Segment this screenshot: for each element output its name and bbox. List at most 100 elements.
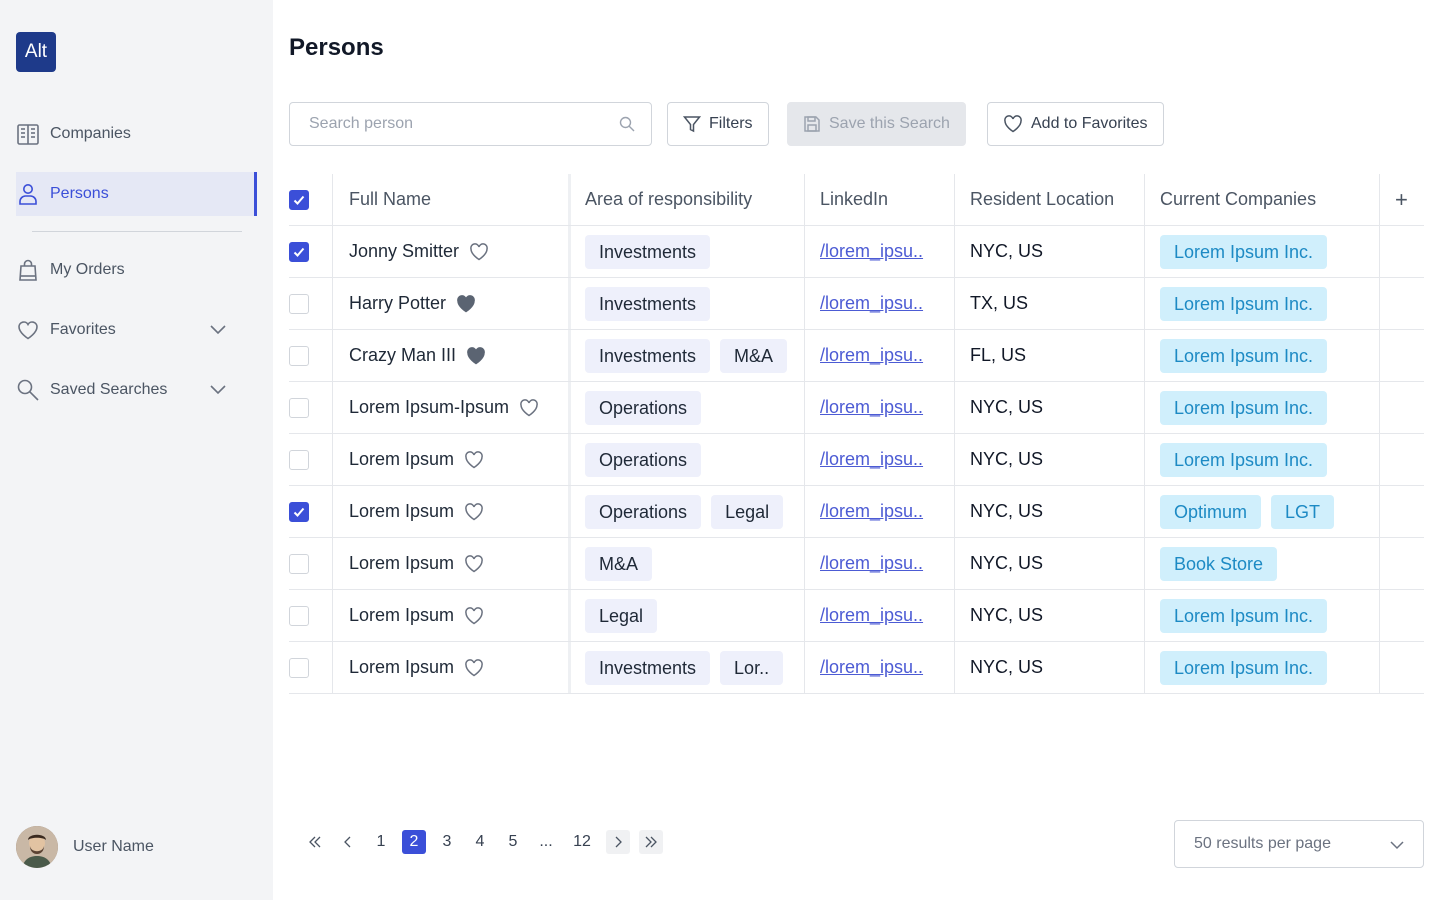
area-tag[interactable]: Investments <box>585 650 711 685</box>
company-tag[interactable]: Lorem Ipsum Inc. <box>1160 338 1328 373</box>
row-checkbox[interactable] <box>289 657 309 678</box>
area-tag[interactable]: M&A <box>720 338 788 373</box>
company-tag[interactable]: Lorem Ipsum Inc. <box>1160 286 1328 321</box>
row-checkbox[interactable] <box>289 605 309 626</box>
linkedin-link[interactable]: /lorem_ipsu.. <box>820 553 923 574</box>
company-tag[interactable]: Optimum <box>1160 494 1262 529</box>
company-tag[interactable]: Lorem Ipsum Inc. <box>1160 390 1328 425</box>
table-row[interactable]: Harry Potter Investments/lorem_ipsu.. TX, … <box>289 278 1424 330</box>
row-checkbox[interactable] <box>289 449 309 470</box>
column-header-linkedin[interactable]: LinkedIn <box>820 174 888 225</box>
table-row[interactable]: Lorem Ipsum Operations Legal/lorem_ipsu.. N… <box>289 486 1424 538</box>
linkedin-link[interactable]: /lorem_ipsu.. <box>820 657 923 678</box>
select-all-checkbox[interactable] <box>289 189 309 210</box>
row-checkbox[interactable] <box>289 293 309 314</box>
table-row[interactable]: Lorem Ipsum Operations/lorem_ipsu.. NYC, U… <box>289 434 1424 486</box>
area-tag[interactable]: M&A <box>585 546 653 581</box>
person-name[interactable]: Lorem Ipsum <box>349 605 454 626</box>
company-tag[interactable]: LGT <box>1271 494 1335 529</box>
heart-icon[interactable] <box>464 606 484 625</box>
area-tag[interactable]: Legal <box>585 598 658 633</box>
table-row[interactable]: Lorem Ipsum-Ipsum Operations/lorem_ipsu..… <box>289 382 1424 434</box>
prev-page-icon[interactable] <box>336 830 360 854</box>
row-checkbox[interactable] <box>289 345 309 366</box>
row-checkbox[interactable] <box>289 553 309 574</box>
last-page-icon[interactable] <box>639 830 663 854</box>
person-name[interactable]: Lorem Ipsum <box>349 553 454 574</box>
table-row[interactable]: Jonny Smitter Investments/lorem_ipsu.. NYC… <box>289 226 1424 278</box>
area-tag[interactable]: Operations <box>585 494 702 529</box>
person-name[interactable]: Lorem Ipsum <box>349 501 454 522</box>
sidebar-item-saved-searches[interactable]: Saved Searches <box>16 368 257 412</box>
heart-icon[interactable] <box>469 242 489 261</box>
person-name[interactable]: Jonny Smitter <box>349 241 459 262</box>
sidebar-item-my-orders[interactable]: My Orders <box>16 248 257 292</box>
heart-icon[interactable] <box>464 554 484 573</box>
results-per-page-select[interactable]: 50 results per page <box>1174 820 1424 868</box>
linkedin-link[interactable]: /lorem_ipsu.. <box>820 501 923 522</box>
area-tag[interactable]: Operations <box>585 390 702 425</box>
linkedin-link[interactable]: /lorem_ipsu.. <box>820 241 923 262</box>
page-number[interactable]: 2 <box>402 830 426 854</box>
area-tag[interactable]: Operations <box>585 442 702 477</box>
heart-filled-icon[interactable] <box>466 346 486 365</box>
linkedin-link[interactable]: /lorem_ipsu.. <box>820 345 923 366</box>
heart-icon[interactable] <box>464 450 484 469</box>
next-page-icon[interactable] <box>606 830 630 854</box>
heart-filled-icon[interactable] <box>456 294 476 313</box>
chevron-down-icon[interactable] <box>209 380 227 403</box>
linkedin-link[interactable]: /lorem_ipsu.. <box>820 449 923 470</box>
page-number[interactable]: 1 <box>369 830 393 854</box>
area-tag[interactable]: Lor.. <box>720 650 784 685</box>
person-name[interactable]: Lorem Ipsum <box>349 657 454 678</box>
person-name[interactable]: Crazy Man III <box>349 345 456 366</box>
sidebar-item-persons[interactable]: Persons <box>16 172 257 216</box>
user-profile[interactable]: User Name <box>16 826 154 868</box>
area-tag[interactable]: Investments <box>585 338 711 373</box>
row-checkbox[interactable] <box>289 501 309 522</box>
save-search-button[interactable]: Save this Search <box>787 102 966 146</box>
search-input[interactable] <box>309 103 609 145</box>
column-header-companies[interactable]: Current Companies <box>1160 174 1316 225</box>
avatar[interactable] <box>16 826 58 868</box>
company-tag[interactable]: Lorem Ipsum Inc. <box>1160 598 1328 633</box>
column-header-location[interactable]: Resident Location <box>970 174 1114 225</box>
page-number[interactable]: 4 <box>468 830 492 854</box>
person-name[interactable]: Harry Potter <box>349 293 446 314</box>
column-header-full-name[interactable]: Full Name <box>349 174 431 225</box>
heart-icon[interactable] <box>464 658 484 677</box>
table-row[interactable]: Crazy Man III Investments M&A/lorem_ipsu..… <box>289 330 1424 382</box>
heart-icon[interactable] <box>519 398 539 417</box>
table-row[interactable]: Lorem Ipsum Investments Lor.. /lorem_ipsu..… <box>289 642 1424 694</box>
person-name[interactable]: Lorem Ipsum <box>349 449 454 470</box>
linkedin-link[interactable]: /lorem_ipsu.. <box>820 293 923 314</box>
app-logo[interactable]: Alt <box>16 32 56 72</box>
linkedin-link[interactable]: /lorem_ipsu.. <box>820 605 923 626</box>
row-checkbox[interactable] <box>289 397 309 418</box>
page-number[interactable]: 3 <box>435 830 459 854</box>
sidebar-item-favorites[interactable]: Favorites <box>16 308 257 352</box>
area-tag[interactable]: Investments <box>585 286 711 321</box>
sidebar-item-companies[interactable]: Companies <box>16 112 257 156</box>
chevron-down-icon[interactable] <box>209 320 227 343</box>
page-number[interactable]: 5 <box>501 830 525 854</box>
area-tag[interactable]: Investments <box>585 234 711 269</box>
heart-icon[interactable] <box>464 502 484 521</box>
search-icon[interactable] <box>619 116 635 137</box>
page-number[interactable]: 12 <box>567 830 597 854</box>
table-row[interactable]: Lorem Ipsum Legal/lorem_ipsu.. NYC, US Lore… <box>289 590 1424 642</box>
company-tag[interactable]: Book Store <box>1160 546 1278 581</box>
column-header-area[interactable]: Area of responsibility <box>585 174 752 225</box>
first-page-icon[interactable] <box>303 830 327 854</box>
person-name[interactable]: Lorem Ipsum-Ipsum <box>349 397 509 418</box>
add-column-button[interactable]: + <box>1395 174 1408 225</box>
row-checkbox[interactable] <box>289 241 309 262</box>
company-tag[interactable]: Lorem Ipsum Inc. <box>1160 234 1328 269</box>
company-tag[interactable]: Lorem Ipsum Inc. <box>1160 650 1328 685</box>
company-tag[interactable]: Lorem Ipsum Inc. <box>1160 442 1328 477</box>
area-tag[interactable]: Legal <box>711 494 784 529</box>
add-to-favorites-button[interactable]: Add to Favorites <box>987 102 1164 146</box>
filters-button[interactable]: Filters <box>667 102 769 146</box>
linkedin-link[interactable]: /lorem_ipsu.. <box>820 397 923 418</box>
table-row[interactable]: Lorem Ipsum M&A/lorem_ipsu.. NYC, US Book S… <box>289 538 1424 590</box>
